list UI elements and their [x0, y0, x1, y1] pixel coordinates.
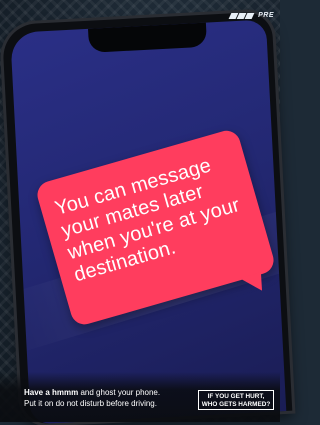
message-text: You can message your mates later when yo… [52, 154, 243, 287]
smartphone: You can message your mates later when yo… [1, 11, 293, 425]
bubble-tail [239, 272, 266, 296]
footer-bar: Have a hmmm and ghost your phone. Put it… [0, 372, 280, 422]
campaign-slogan: IF YOU GET HURT, WHO GETS HARMED? [198, 390, 274, 410]
sponsor-logos: PRE [228, 12, 274, 19]
chevron-logo-icon [228, 12, 255, 19]
tagline-bold: Have a hmmm [24, 388, 79, 397]
phone-screen: You can message your mates later when yo… [10, 19, 287, 425]
tagline-line2: Put it on do not disturb before driving. [24, 399, 157, 408]
tagline-rest: and ghost your phone. [78, 388, 161, 397]
phone-notch [87, 20, 208, 53]
brand-logo-text: PRE [258, 12, 274, 19]
message-bubble: You can message your mates later when yo… [34, 127, 277, 328]
footer-tagline: Have a hmmm and ghost your phone. Put it… [24, 387, 160, 409]
